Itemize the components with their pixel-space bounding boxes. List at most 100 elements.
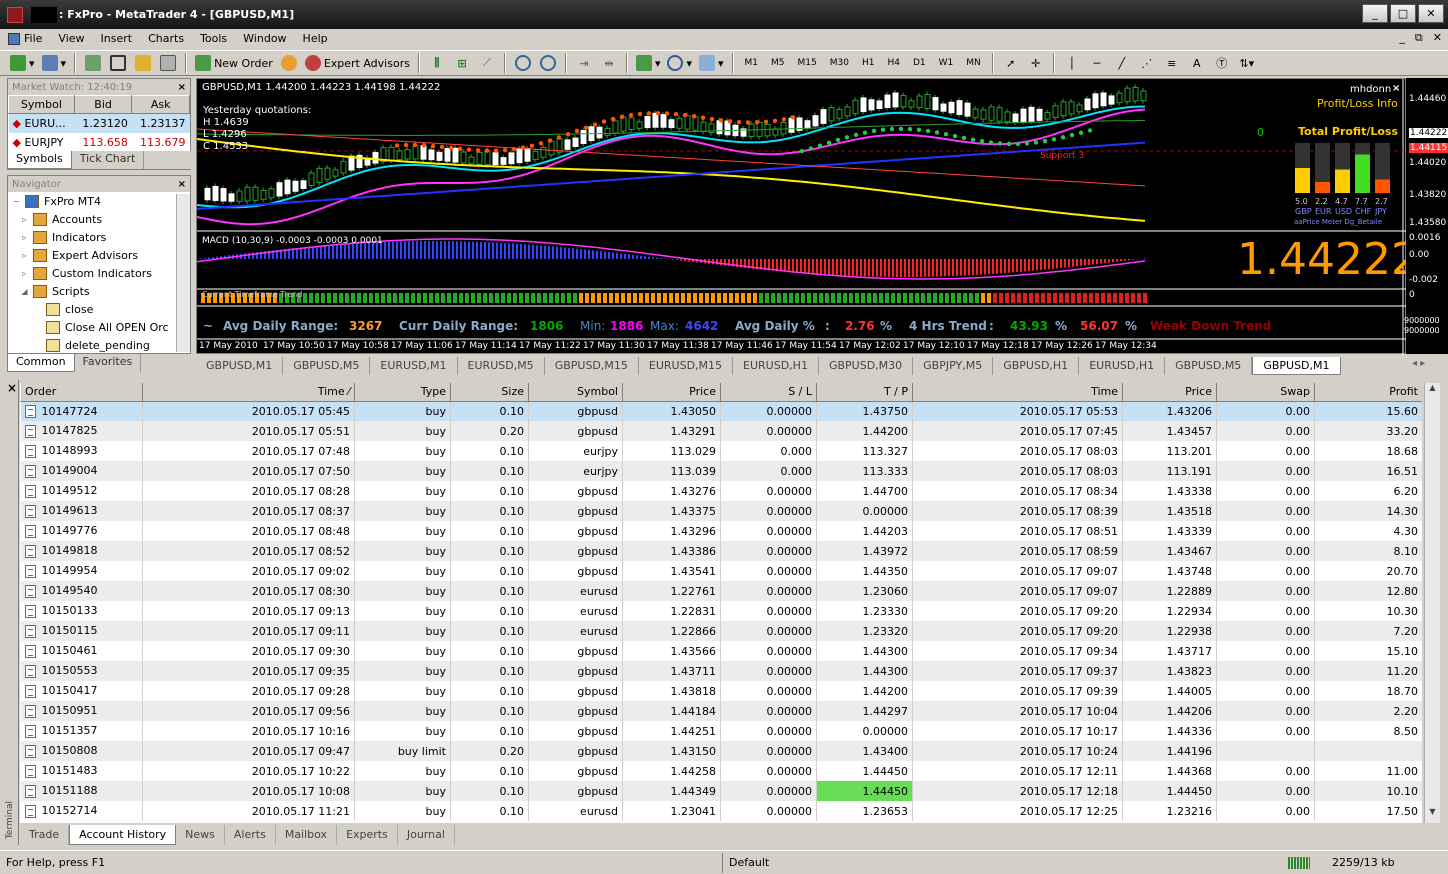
minimize-button[interactable]: _ xyxy=(1362,4,1388,23)
horizontal-line-button[interactable]: ─ xyxy=(1086,53,1108,73)
col-symbol[interactable]: Symbol xyxy=(8,95,75,114)
maximize-button[interactable]: □ xyxy=(1390,4,1416,23)
nav-custom-indicators[interactable]: ▹ Custom Indicators xyxy=(12,264,190,282)
chart-tab[interactable]: GBPUSD,M15 xyxy=(545,357,639,375)
terminal-tab[interactable]: Journal xyxy=(398,825,455,845)
nav-script-delete-pending[interactable]: delete_pending xyxy=(12,336,190,354)
menu-charts[interactable]: Charts xyxy=(148,32,184,45)
col-header[interactable]: S / L xyxy=(720,383,817,402)
close-icon[interactable]: × xyxy=(178,82,186,93)
timeframe-h1[interactable]: H1 xyxy=(857,53,880,73)
close-icon[interactable]: × xyxy=(1392,83,1400,94)
timeframe-d1[interactable]: D1 xyxy=(908,53,931,73)
chart-tab[interactable]: EURUSD,H1 xyxy=(733,357,819,375)
fibonacci-button[interactable]: ≡ xyxy=(1161,53,1183,73)
navigator-scrollbar[interactable] xyxy=(176,194,190,352)
menu-tools[interactable]: Tools xyxy=(200,32,227,45)
terminal-tab[interactable]: Experts xyxy=(337,825,398,845)
terminal-scrollbar[interactable]: ▲ ▼ xyxy=(1424,383,1440,823)
close-icon[interactable]: × xyxy=(178,179,186,190)
table-row[interactable]: 10149512 2010.05.17 08:28 buy 0.10 gbpusd 1.4… xyxy=(20,481,1422,501)
col-header[interactable]: Swap xyxy=(1216,383,1315,402)
table-row[interactable]: 10152714 2010.05.17 11:21 buy 0.10 eurusd 1.2… xyxy=(20,801,1422,821)
timeframe-m15[interactable]: M15 xyxy=(793,53,822,73)
table-row[interactable]: 10150951 2010.05.17 09:56 buy 0.10 gbpusd 1.4… xyxy=(20,701,1422,721)
tab-scroll-arrows[interactable]: ◂ ▸ xyxy=(1412,358,1425,369)
table-row[interactable]: 10150553 2010.05.17 09:35 buy 0.10 gbpusd 1.4… xyxy=(20,661,1422,681)
chart-tab[interactable]: EURUSD,M1 xyxy=(370,357,458,375)
timeframe-m5[interactable]: M5 xyxy=(766,53,790,73)
new-order-button[interactable]: New Order xyxy=(193,53,275,73)
table-row[interactable]: 10151188 2010.05.17 10:08 buy 0.10 gbpusd 1.4… xyxy=(20,781,1422,801)
col-header[interactable]: Profit xyxy=(1314,383,1422,402)
table-row[interactable]: 10147724 2010.05.17 05:45 buy 0.10 gbpusd 1.4… xyxy=(20,401,1422,421)
market-watch-button[interactable] xyxy=(82,53,104,73)
nav-expert-advisors[interactable]: ▹ Expert Advisors xyxy=(12,246,190,264)
chart-shift-button[interactable]: ⇹ xyxy=(598,53,620,73)
trendline-button[interactable]: ╱ xyxy=(1111,53,1133,73)
expert-advisors-button[interactable]: Expert Advisors xyxy=(303,53,412,73)
col-header[interactable]: Time ⁄ xyxy=(142,383,355,402)
table-row[interactable]: 10150461 2010.05.17 09:30 buy 0.10 gbpusd 1.4… xyxy=(20,641,1422,661)
crosshair-button[interactable]: ✛ xyxy=(1025,53,1047,73)
menu-view[interactable]: View xyxy=(58,32,84,45)
chart-window[interactable]: GBPUSD,M1 1.44200 1.44223 1.44198 1.4422… xyxy=(196,78,1419,355)
channel-button[interactable]: ⋰ xyxy=(1136,53,1158,73)
data-window-button[interactable] xyxy=(107,53,129,73)
table-row[interactable]: 10150417 2010.05.17 09:28 buy 0.10 gbpusd 1.4… xyxy=(20,681,1422,701)
timeframe-h4[interactable]: H4 xyxy=(882,53,905,73)
col-header[interactable]: Price xyxy=(622,383,721,402)
chart-tab[interactable]: GBPJPY,M5 xyxy=(913,357,994,375)
line-chart-button[interactable]: ⟋ xyxy=(476,53,498,73)
mdi-restore-button[interactable]: ⧉ xyxy=(1415,31,1423,45)
table-row[interactable]: 10151357 2010.05.17 10:16 buy 0.10 gbpusd 1.4… xyxy=(20,721,1422,741)
profiles-button[interactable]: ▾ xyxy=(40,53,69,73)
nav-accounts[interactable]: ▹ Accounts xyxy=(12,210,190,228)
tab-tick-chart[interactable]: Tick Chart xyxy=(72,151,145,169)
chart-tab[interactable]: EURUSD,M15 xyxy=(639,357,734,375)
mdi-minimize-button[interactable]: _ xyxy=(1399,31,1405,45)
auto-scroll-button[interactable]: ⇥ xyxy=(573,53,595,73)
alert-button[interactable] xyxy=(278,53,300,73)
periods-button[interactable]: ▾ xyxy=(665,53,694,73)
close-icon[interactable]: × xyxy=(7,381,18,395)
col-header[interactable]: Symbol xyxy=(528,383,623,402)
tab-symbols[interactable]: Symbols xyxy=(7,151,72,169)
mdi-close-button[interactable]: ✕ xyxy=(1433,31,1442,45)
nav-indicators[interactable]: ▹ Indicators xyxy=(12,228,190,246)
terminal-tab[interactable]: News xyxy=(176,825,225,845)
menu-insert[interactable]: Insert xyxy=(101,32,133,45)
table-row[interactable]: 10150808 2010.05.17 09:47 buy limit 0.20 gbp… xyxy=(20,741,1422,761)
menu-window[interactable]: Window xyxy=(243,32,286,45)
text-button[interactable]: A xyxy=(1186,53,1208,73)
terminal-tab[interactable]: Alerts xyxy=(225,825,276,845)
menu-file[interactable]: File xyxy=(8,32,42,45)
timeframe-mn[interactable]: MN xyxy=(961,53,986,73)
close-button[interactable]: ✕ xyxy=(1418,4,1444,23)
table-row[interactable]: 10149776 2010.05.17 08:48 buy 0.10 gbpusd 1.4… xyxy=(20,521,1422,541)
table-row[interactable]: 10149613 2010.05.17 08:37 buy 0.10 gbpusd 1.4… xyxy=(20,501,1422,521)
chart-tab[interactable]: EURUSD,M5 xyxy=(458,357,545,375)
col-header[interactable]: Price xyxy=(1122,383,1217,402)
table-row[interactable]: 10148993 2010.05.17 07:48 buy 0.10 eurjpy 113… xyxy=(20,441,1422,461)
nav-script-close-all[interactable]: Close All OPEN Orc xyxy=(12,318,190,336)
bar-chart-button[interactable]: ⫼ xyxy=(426,53,448,73)
col-header[interactable]: Order xyxy=(20,383,143,402)
col-header[interactable]: Time xyxy=(912,383,1123,402)
chart-tab[interactable]: GBPUSD,M30 xyxy=(819,357,914,375)
text-label-button[interactable]: Ⓣ xyxy=(1211,53,1233,73)
menu-help[interactable]: Help xyxy=(303,32,328,45)
templates-button[interactable]: ▾ xyxy=(697,53,726,73)
navigator-button[interactable] xyxy=(132,53,154,73)
tab-common[interactable]: Common xyxy=(7,354,75,372)
timeframe-m1[interactable]: M1 xyxy=(740,53,764,73)
chart-tab[interactable]: GBPUSD,M1 xyxy=(196,357,284,375)
table-row[interactable]: 10150115 2010.05.17 09:11 buy 0.10 eurusd 1.2… xyxy=(20,621,1422,641)
zoom-out-button[interactable] xyxy=(537,53,559,73)
table-row[interactable]: 10147825 2010.05.17 05:51 buy 0.20 gbpusd 1.4… xyxy=(20,421,1422,441)
table-row[interactable]: 10149818 2010.05.17 08:52 buy 0.10 gbpusd 1.4… xyxy=(20,541,1422,561)
col-header[interactable]: Type xyxy=(354,383,451,402)
chart-tab[interactable]: GBPUSD,M5 xyxy=(1165,357,1253,375)
terminal-tab[interactable]: Account History xyxy=(69,825,177,845)
terminal-tab[interactable]: Mailbox xyxy=(276,825,338,845)
